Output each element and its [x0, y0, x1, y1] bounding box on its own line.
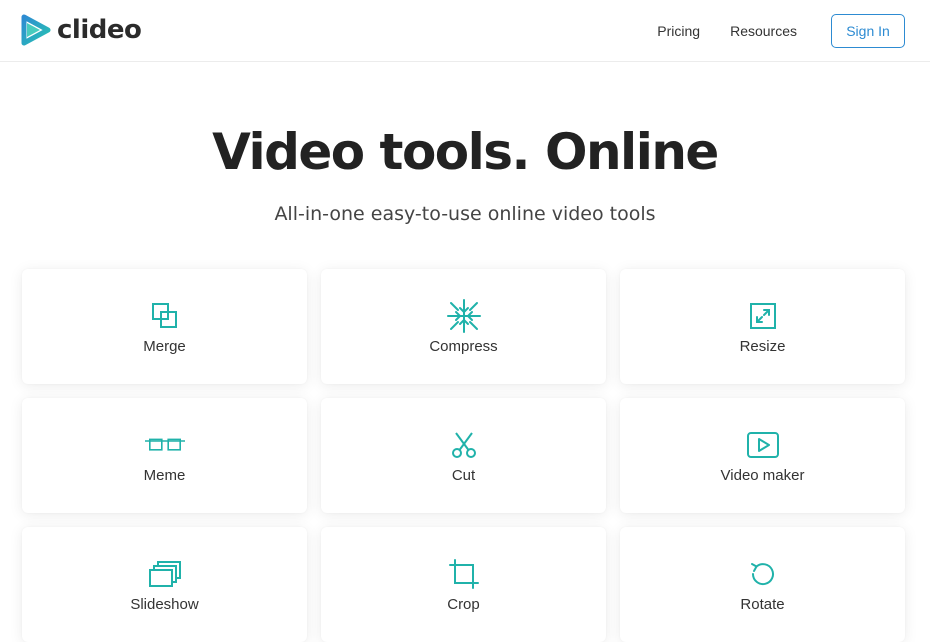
- tool-label: Rotate: [740, 596, 785, 613]
- scissors-icon: [444, 429, 484, 461]
- tool-label: Video maker: [720, 467, 805, 484]
- tool-card-meme[interactable]: Meme: [22, 398, 307, 513]
- resize-icon: [743, 300, 783, 332]
- nav-link-resources[interactable]: Resources: [730, 23, 797, 39]
- page-subtitle: All-in-one easy-to-use online video tool…: [274, 203, 656, 225]
- site-header: clideo Pricing Resources Sign In: [0, 0, 930, 62]
- merge-icon: [145, 300, 185, 332]
- logo-play-icon: [21, 14, 51, 46]
- tool-label: Crop: [447, 596, 480, 613]
- tool-label: Resize: [739, 338, 786, 355]
- nav-link-pricing[interactable]: Pricing: [657, 23, 700, 39]
- play-icon: [743, 429, 783, 461]
- tool-card-compress[interactable]: Compress: [321, 269, 606, 384]
- slideshow-icon: [145, 558, 185, 590]
- meme-icon: [144, 429, 185, 461]
- tool-card-merge[interactable]: Merge: [22, 269, 307, 384]
- crop-icon: [444, 558, 484, 590]
- tool-card-resize[interactable]: Resize: [620, 269, 905, 384]
- clideo-logo[interactable]: clideo: [21, 14, 142, 46]
- tool-label: Cut: [451, 467, 476, 484]
- tool-label: Meme: [143, 467, 186, 484]
- page-title: Video tools. Online: [212, 123, 719, 181]
- tools-grid: Merge Compress Resize Meme Cut Video mak…: [22, 269, 905, 642]
- tool-card-video-maker[interactable]: Video maker: [620, 398, 905, 513]
- tool-card-cut[interactable]: Cut: [321, 398, 606, 513]
- tool-label: Compress: [429, 338, 498, 355]
- sign-in-button[interactable]: Sign In: [831, 14, 905, 48]
- tool-label: Merge: [143, 338, 186, 355]
- logo-text: clideo: [57, 15, 142, 45]
- rotate-icon: [743, 558, 783, 590]
- compress-icon: [444, 299, 484, 333]
- tool-label: Slideshow: [130, 596, 199, 613]
- top-nav: Pricing Resources Sign In: [657, 0, 905, 62]
